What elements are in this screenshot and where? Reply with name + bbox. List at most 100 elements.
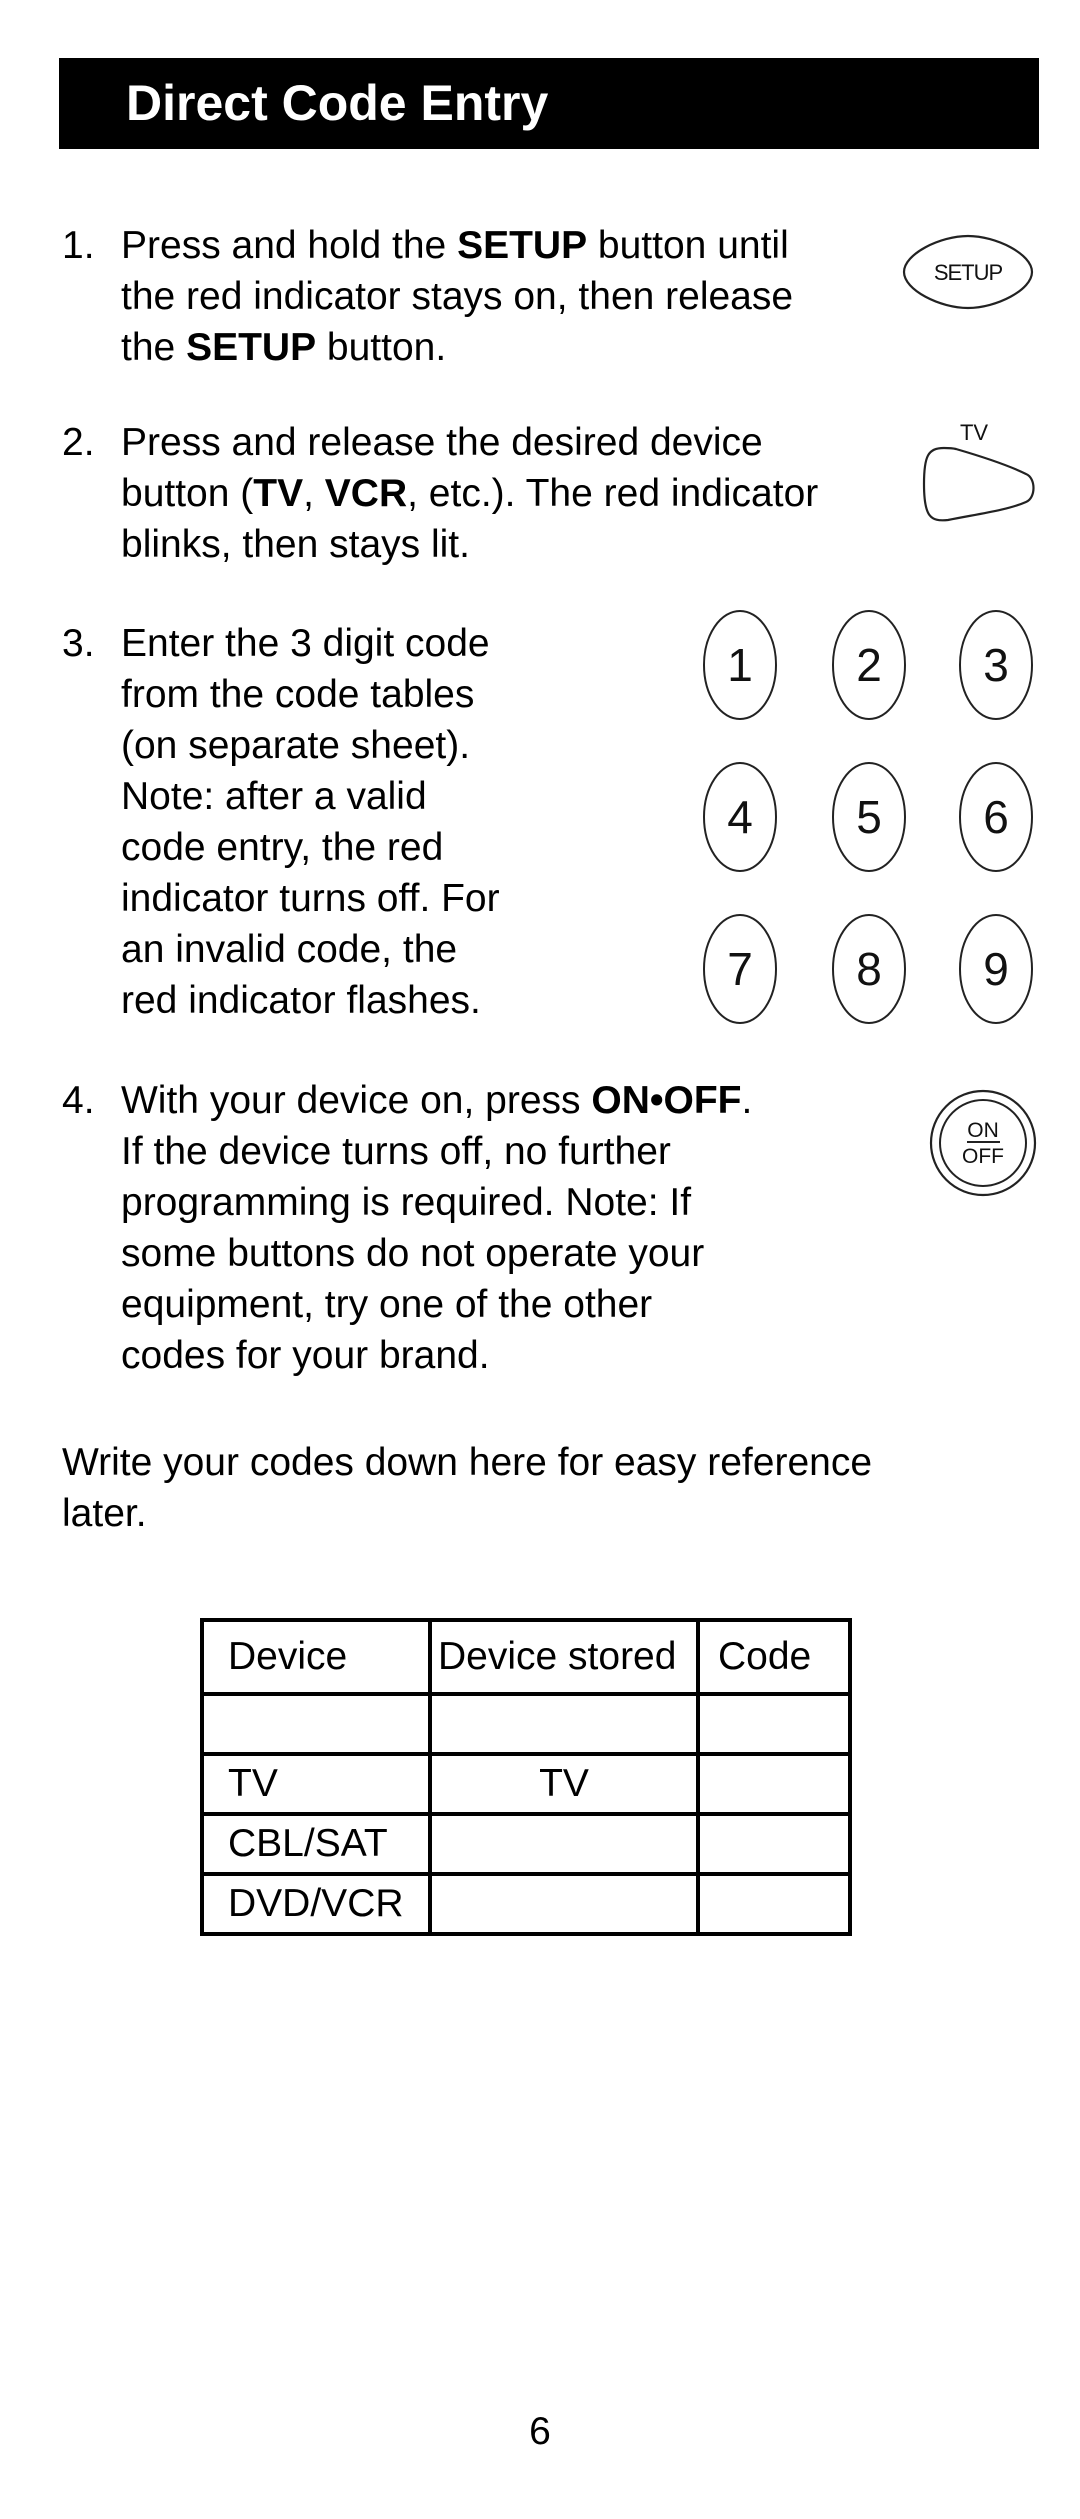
step-text-line: indicator turns off. For xyxy=(121,873,500,924)
step-text-line: the red indicator stays on, then release xyxy=(121,271,793,322)
text-run: indicator turns off. For xyxy=(121,877,500,920)
text-run: from the code tables xyxy=(121,673,475,716)
cell-code xyxy=(696,1752,852,1816)
keypad-key-label: 8 xyxy=(856,943,882,995)
keypad-key-9: 9 xyxy=(959,914,1033,1024)
step-text-line: Press and release the desired device xyxy=(121,417,818,468)
header-device-stored: Device stored xyxy=(428,1618,700,1696)
step-4: 4. With your device on, press ON•OFF. If … xyxy=(62,1075,882,1395)
keypad-key-1: 1 xyxy=(703,610,777,720)
cell-device xyxy=(200,1692,432,1756)
cell-device: CBL/SAT xyxy=(200,1812,432,1876)
text-run: , etc.). The red indicator xyxy=(407,472,819,515)
keypad-key-label: 2 xyxy=(856,639,882,691)
text-run: code entry, the red xyxy=(121,826,444,869)
step-text-line: Enter the 3 digit code xyxy=(121,618,500,669)
text-run: the xyxy=(121,326,187,369)
step-text-line: an invalid code, the xyxy=(121,924,500,975)
cell-code xyxy=(696,1692,852,1756)
keypad-key-label: 4 xyxy=(727,791,753,843)
step-text-line: equipment, try one of the other xyxy=(121,1279,752,1330)
reference-note: Write your codes down here for easy refe… xyxy=(62,1437,872,1539)
setup-button-icon: SETUP xyxy=(902,234,1034,310)
emphasized-term: SETUP xyxy=(186,326,317,369)
text-run: the red indicator stays on, then release xyxy=(121,275,794,318)
table-row: DVD/VCR xyxy=(200,1872,852,1936)
emphasized-term: SETUP xyxy=(457,224,588,267)
step-number: 1. xyxy=(62,224,95,267)
step-number: 2. xyxy=(62,421,95,464)
tv-button-icon: TV xyxy=(922,420,1035,522)
step-text-line: codes for your brand. xyxy=(121,1330,752,1381)
cell-code xyxy=(696,1872,852,1936)
cell-device-stored xyxy=(428,1872,700,1936)
step-text: Enter the 3 digit code from the code tabl… xyxy=(121,618,500,1026)
step-text-line: the SETUP button. xyxy=(121,322,793,373)
step-text-line: Note: after a valid xyxy=(121,771,500,822)
keypad-key-8: 8 xyxy=(832,914,906,1024)
cell-device-stored xyxy=(428,1692,700,1756)
page-number: 6 xyxy=(529,2410,551,2453)
keypad-key-label: 1 xyxy=(727,639,753,691)
step-text-line: blinks, then stays lit. xyxy=(121,519,818,570)
tv-button-label: TV xyxy=(960,420,988,445)
text-run: an invalid code, the xyxy=(121,928,458,971)
table-row xyxy=(200,1692,852,1756)
keypad-key-label: 9 xyxy=(983,943,1009,995)
reference-note-line: Write your codes down here for easy refe… xyxy=(62,1441,873,1484)
keypad-key-2: 2 xyxy=(832,610,906,720)
text-run: Press and release the desired device xyxy=(121,421,763,464)
text-run: . xyxy=(741,1079,753,1122)
text-run: equipment, try one of the other xyxy=(121,1283,653,1326)
emphasized-term: ON•OFF xyxy=(591,1079,742,1122)
step-text-line: button (TV, VCR, etc.). The red indicato… xyxy=(121,468,818,519)
keypad-key-4: 4 xyxy=(703,762,777,872)
step-text-line: code entry, the red xyxy=(121,822,500,873)
step-1: 1. Press and hold the SETUP button until… xyxy=(62,220,862,380)
step-text-line: Press and hold the SETUP button until xyxy=(121,220,793,271)
code-reference-table: Device Device stored Code TV TV CBL/SAT … xyxy=(200,1618,852,1936)
cell-device-stored: TV xyxy=(428,1752,700,1816)
step-2: 2. Press and release the desired device b… xyxy=(62,417,922,577)
cell-code xyxy=(696,1812,852,1876)
emphasized-term: TV xyxy=(253,472,304,515)
emphasized-term: VCR xyxy=(324,472,408,515)
off-label: OFF xyxy=(962,1145,1004,1168)
cell-device: DVD/VCR xyxy=(200,1872,432,1936)
step-3: 3. Enter the 3 digit code from the code t… xyxy=(62,618,662,1038)
keypad-key-6: 6 xyxy=(959,762,1033,872)
step-text-line: from the code tables xyxy=(121,669,500,720)
keypad-key-label: 5 xyxy=(856,791,882,843)
header-device: Device xyxy=(200,1618,432,1696)
cell-device-stored xyxy=(428,1812,700,1876)
step-number: 3. xyxy=(62,622,95,665)
step-text-line: red indicator flashes. xyxy=(121,975,500,1026)
text-run: Note: after a valid xyxy=(121,775,427,818)
step-text-line: some buttons do not operate your xyxy=(121,1228,752,1279)
reference-note-line: later. xyxy=(62,1492,147,1535)
step-text: Press and release the desired device butt… xyxy=(121,417,818,570)
text-run: button ( xyxy=(121,472,254,515)
text-run: (on separate sheet). xyxy=(121,724,471,767)
step-text: With your device on, press ON•OFF. If the… xyxy=(121,1075,752,1381)
keypad-key-7: 7 xyxy=(703,914,777,1024)
step-text-line: programming is required. Note: If xyxy=(121,1177,752,1228)
keypad-key-label: 7 xyxy=(727,943,753,995)
tv-button-outline xyxy=(922,446,1035,522)
table-row: TV TV xyxy=(200,1752,852,1816)
text-run: red indicator flashes. xyxy=(121,979,481,1022)
step-text-line: With your device on, press ON•OFF. xyxy=(121,1075,752,1126)
text-run: some buttons do not operate your xyxy=(121,1232,705,1275)
on-off-button-icon: ON OFF xyxy=(929,1089,1037,1197)
keypad-key-5: 5 xyxy=(832,762,906,872)
keypad-key-label: 3 xyxy=(983,639,1009,691)
text-run: If the device turns off, no further xyxy=(121,1130,671,1173)
cell-device: TV xyxy=(200,1752,432,1816)
table-header-row: Device Device stored Code xyxy=(200,1618,852,1696)
keypad-key-3: 3 xyxy=(959,610,1033,720)
setup-button-label: SETUP xyxy=(934,260,1003,285)
step-text-line: (on separate sheet). xyxy=(121,720,500,771)
step-number: 4. xyxy=(62,1079,95,1122)
table-row: CBL/SAT xyxy=(200,1812,852,1876)
text-run: blinks, then stays lit. xyxy=(121,523,470,566)
